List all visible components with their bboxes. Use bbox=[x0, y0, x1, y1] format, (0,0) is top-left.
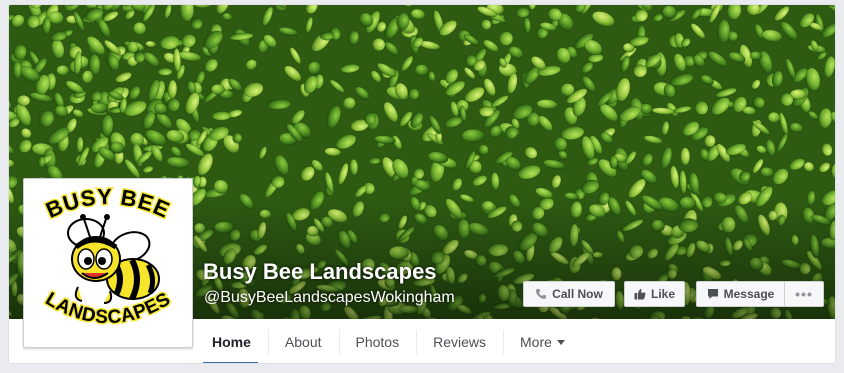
tab-photos[interactable]: Photos bbox=[338, 319, 417, 363]
more-actions-button[interactable]: ••• bbox=[784, 281, 824, 307]
message-icon bbox=[707, 288, 719, 300]
tab-about-label: About bbox=[284, 334, 322, 350]
tab-reviews-label: Reviews bbox=[433, 334, 486, 350]
tab-reviews[interactable]: Reviews bbox=[416, 319, 503, 363]
like-button[interactable]: Like bbox=[624, 281, 685, 307]
call-now-label: Call Now bbox=[552, 287, 603, 301]
profile-picture[interactable]: BUSY BEE LANDSCAPES bbox=[23, 178, 193, 348]
call-now-button[interactable]: Call Now bbox=[523, 281, 615, 307]
tab-home-label: Home bbox=[212, 334, 251, 350]
tab-about[interactable]: About bbox=[267, 319, 339, 363]
tab-home[interactable]: Home bbox=[195, 319, 268, 363]
like-label: Like bbox=[650, 287, 675, 301]
caret-down-icon bbox=[556, 339, 565, 345]
tab-more[interactable]: More bbox=[503, 319, 582, 363]
message-label: Message bbox=[723, 287, 775, 301]
phone-icon bbox=[535, 288, 547, 300]
thumbs-up-icon bbox=[634, 288, 646, 300]
page-header-card: BUSY BEE LANDSCAPES Busy Bee Landscapes … bbox=[8, 4, 836, 364]
more-actions-label: ••• bbox=[795, 286, 813, 302]
page-tabs: Home About Photos Reviews More bbox=[195, 319, 582, 363]
message-button[interactable]: Message bbox=[696, 281, 784, 307]
tab-photos-label: Photos bbox=[355, 334, 400, 350]
busy-bee-logo: BUSY BEE LANDSCAPES bbox=[28, 183, 188, 343]
tab-more-label: More bbox=[520, 334, 552, 350]
page-username[interactable]: @BusyBeeLandscapesWokingham bbox=[204, 289, 455, 307]
page-title[interactable]: Busy Bee Landscapes bbox=[203, 259, 437, 285]
